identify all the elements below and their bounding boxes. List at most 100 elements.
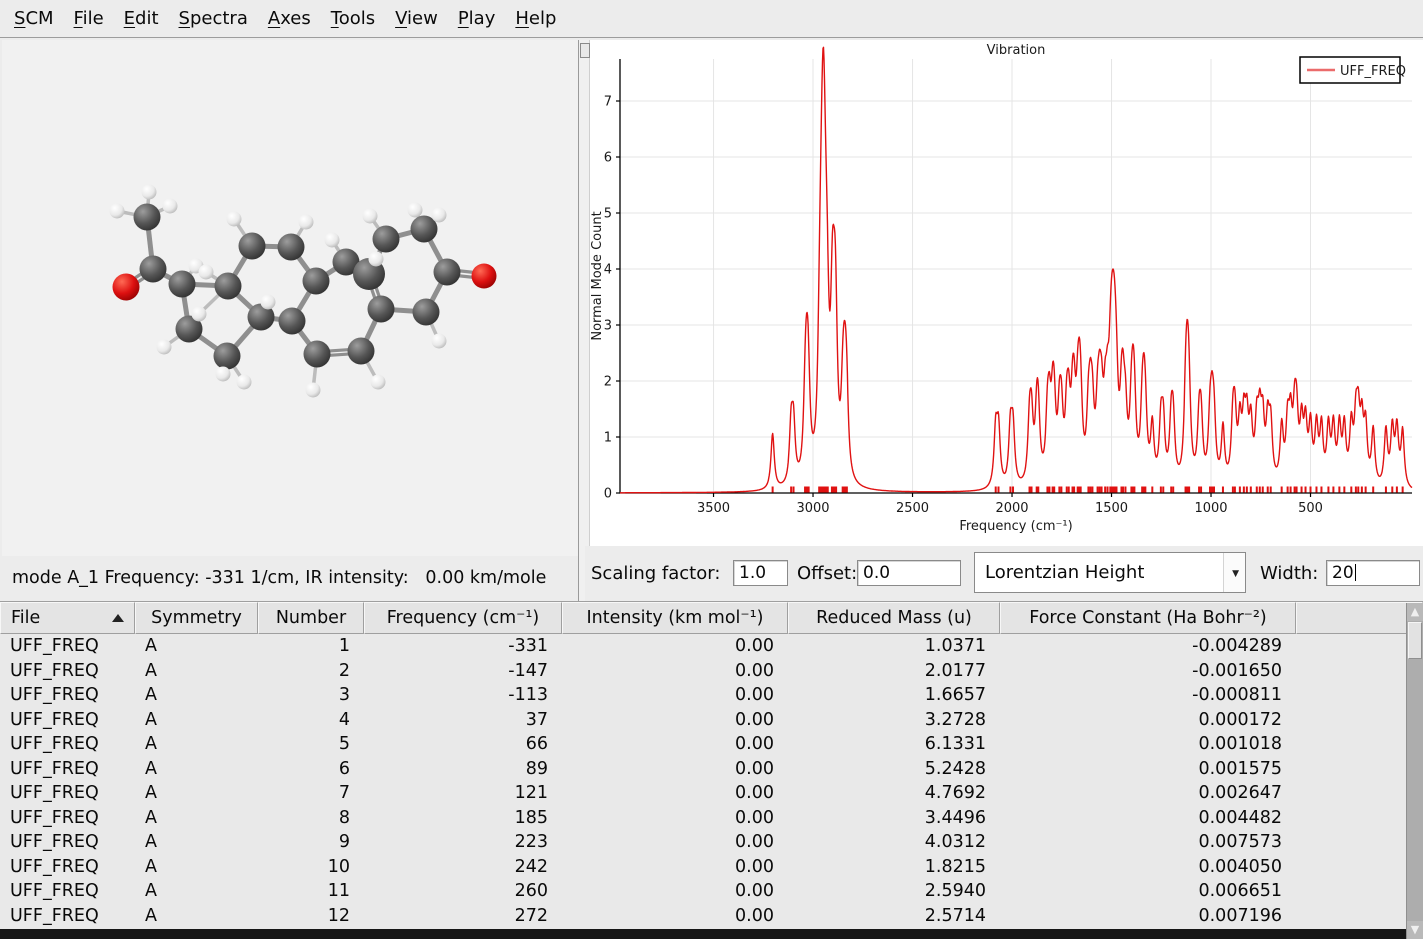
spectrum-chart-panel[interactable]: 35003000250020001500100050001234567Vibra… — [590, 40, 1423, 546]
sort-ascending-icon — [112, 614, 124, 622]
mode-rug-tick — [842, 487, 844, 493]
mode-rug-tick — [1120, 487, 1122, 493]
vibration-spectrum-chart[interactable]: 35003000250020001500100050001234567Vibra… — [590, 40, 1423, 546]
mode-rug-tick — [1270, 487, 1272, 493]
mode-rug-tick — [1160, 487, 1162, 493]
mode-rug-tick — [1211, 487, 1213, 493]
table-row[interactable]: UFF_FREQA92230.004.03120.007573 — [0, 830, 1423, 855]
table-row[interactable]: UFF_FREQA2-1470.002.0177-0.001650 — [0, 659, 1423, 684]
table-row[interactable]: UFF_FREQA4370.003.27280.000172 — [0, 708, 1423, 733]
y-tick-label: 7 — [604, 95, 612, 110]
menu-item-help[interactable]: Help — [505, 1, 566, 37]
x-tick-label: 2500 — [896, 501, 929, 516]
table-row[interactable]: UFF_FREQA112600.002.59400.006651 — [0, 879, 1423, 904]
table-row[interactable]: UFF_FREQA81850.003.44960.004482 — [0, 806, 1423, 831]
mode-rug-tick — [1332, 487, 1334, 493]
menu-item-spectra[interactable]: Spectra — [169, 1, 258, 37]
mode-rug-tick — [1315, 487, 1317, 493]
mode-rug-tick — [1281, 487, 1283, 493]
mode-rug-tick — [1267, 487, 1269, 493]
column-header-intensity[interactable]: Intensity (km mol⁻¹) — [562, 602, 788, 634]
mode-rug-tick — [1243, 487, 1245, 493]
table-row[interactable]: UFF_FREQA1-3310.001.0371-0.004289 — [0, 634, 1423, 659]
mode-rug-tick — [1250, 487, 1252, 493]
combo-arrow-strip[interactable]: ▼ — [1223, 553, 1245, 592]
axes — [620, 59, 1412, 493]
mode-rug-tick — [1361, 487, 1363, 493]
broadening-mode-select[interactable]: Lorentzian Height ▼ — [974, 552, 1246, 593]
y-tick-label: 0 — [604, 487, 612, 502]
y-tick-label: 1 — [604, 431, 612, 446]
mode-rug-tick — [1185, 487, 1187, 493]
scaling-factor-input[interactable]: 1.0 — [733, 560, 788, 586]
mode-rug-tick — [1396, 487, 1398, 493]
mode-rug-tick — [1310, 487, 1312, 493]
scroll-up-icon[interactable]: ▲ — [1407, 603, 1423, 621]
mode-rug-tick — [1087, 487, 1089, 493]
mode-rug-tick — [1066, 487, 1068, 493]
column-header-reduced[interactable]: Reduced Mass (u) — [788, 602, 1000, 634]
scroll-down-icon[interactable]: ▼ — [1407, 921, 1423, 939]
offset-input[interactable]: 0.0 — [857, 560, 961, 586]
mode-rug-tick — [1009, 487, 1011, 493]
molecule-ball-and-stick — [2, 40, 578, 556]
mode-rug-tick — [1198, 487, 1200, 493]
mode-rug-tick — [1036, 487, 1038, 493]
mode-rug-tick — [1200, 487, 1202, 493]
splitter-grip-icon[interactable] — [580, 43, 590, 58]
chevron-down-icon: ▼ — [1232, 570, 1239, 579]
table-row[interactable]: UFF_FREQA122720.002.57140.007196 — [0, 904, 1423, 929]
table-row[interactable]: UFF_FREQA3-1130.001.6657-0.000811 — [0, 683, 1423, 708]
menu-item-edit[interactable]: Edit — [114, 1, 169, 37]
mode-rug-tick — [772, 487, 774, 493]
mode-rug-tick — [1234, 487, 1236, 493]
mode-rug-tick — [1170, 487, 1172, 493]
mode-rug-tick — [790, 487, 792, 493]
mode-rug-tick — [1246, 487, 1248, 493]
column-header-file[interactable]: File — [0, 602, 135, 634]
scrollbar-thumb[interactable] — [1408, 622, 1422, 659]
mode-rug-tick — [1213, 487, 1215, 493]
carbon-atoms — [134, 204, 461, 370]
column-header-number[interactable]: Number — [258, 602, 364, 634]
column-header-symmetry[interactable]: Symmetry — [135, 602, 258, 634]
mode-rug-tick — [1301, 487, 1303, 493]
column-header-frequency[interactable]: Frequency (cm⁻¹) — [364, 602, 562, 634]
menu-item-view[interactable]: View — [385, 1, 448, 37]
mode-rug-tick — [1290, 487, 1292, 493]
offset-label: Offset: — [797, 546, 857, 601]
mode-rug-tick — [1385, 487, 1387, 493]
mode-rug-tick — [1141, 487, 1143, 493]
mode-rug-tick — [1172, 487, 1174, 493]
mode-rug-tick — [1048, 487, 1050, 493]
mode-rug-tick — [1151, 487, 1153, 493]
column-header-force[interactable]: Force Constant (Ha Bohr⁻²) — [1000, 602, 1296, 634]
width-input[interactable]: 20 — [1326, 560, 1420, 586]
menu-item-axes[interactable]: Axes — [258, 1, 321, 37]
menu-item-tools[interactable]: Tools — [321, 1, 385, 37]
menu-item-file[interactable]: File — [64, 1, 114, 37]
mode-rug-tick — [1391, 487, 1393, 493]
table-row[interactable]: UFF_FREQA6890.005.24280.001575 — [0, 757, 1423, 782]
mode-rug-tick — [1350, 487, 1352, 493]
table-row[interactable]: UFF_FREQA5660.006.13310.001018 — [0, 732, 1423, 757]
panel-splitter[interactable] — [578, 40, 590, 601]
mode-rug-tick — [1338, 487, 1340, 493]
mode-rug-tick — [1031, 487, 1033, 493]
x-axis-label: Frequency (cm⁻¹) — [959, 519, 1072, 534]
menu-item-play[interactable]: Play — [448, 1, 506, 37]
mode-rug-tick — [1327, 487, 1329, 493]
mode-rug-tick — [1104, 487, 1106, 493]
mode-rug-tick — [1305, 487, 1307, 493]
x-tick-label: 2000 — [995, 501, 1028, 516]
table-scrollbar[interactable]: ▲ ▼ — [1406, 603, 1423, 939]
mode-rug-tick — [1259, 487, 1261, 493]
molecule-3d-view[interactable] — [2, 40, 578, 556]
table-row[interactable]: UFF_FREQA102420.001.82150.004050 — [0, 855, 1423, 880]
menu-item-scm[interactable]: SCM — [4, 1, 64, 37]
mode-rug-tick — [1058, 487, 1060, 493]
mode-rug-tick — [1089, 487, 1091, 493]
mode-rug-tick — [1046, 487, 1048, 493]
mode-status-text: mode A_1 Frequency: -331 1/cm, IR intens… — [12, 556, 546, 601]
table-row[interactable]: UFF_FREQA71210.004.76920.002647 — [0, 781, 1423, 806]
